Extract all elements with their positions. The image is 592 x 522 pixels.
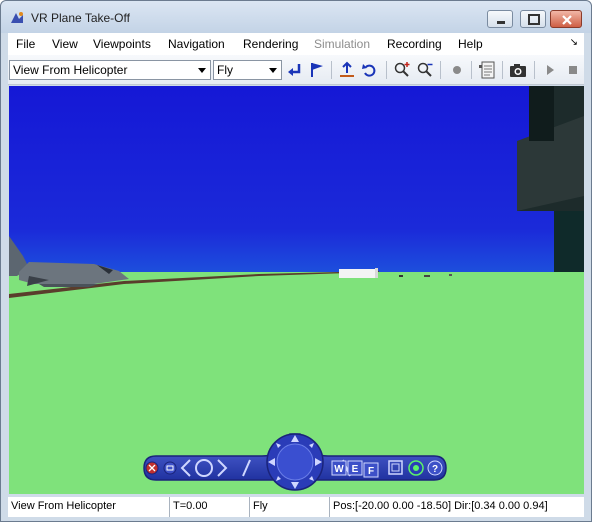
chevron-down-icon	[198, 68, 206, 73]
fly-mode-label: F	[368, 466, 374, 477]
maximize-icon	[528, 14, 540, 25]
examine-mode-label: E	[352, 464, 359, 475]
status-viewpoint-text: View From Helicopter	[11, 500, 116, 512]
status-time-text: T=0.00	[173, 500, 208, 512]
status-viewpoint: View From Helicopter	[8, 497, 170, 517]
menu-view[interactable]: View	[52, 37, 78, 51]
toolbar-separator	[386, 61, 387, 79]
toolbar-separator	[502, 61, 503, 79]
menu-recording[interactable]: Recording	[387, 37, 442, 51]
toolbar-separator	[331, 61, 332, 79]
viewpoint-select-value: View From Helicopter	[13, 63, 128, 77]
status-position: Pos:[-20.00 0.00 -18.50] Dir:[0.34 0.00 …	[330, 497, 584, 517]
toolbar-separator	[534, 61, 535, 79]
viewpoint-select[interactable]: View From Helicopter	[9, 60, 211, 80]
minimize-icon	[497, 21, 505, 24]
camera-capture-icon[interactable]	[509, 61, 527, 79]
menu-help[interactable]: Help	[458, 37, 483, 51]
title-bar: VR Plane Take-Off	[1, 1, 591, 33]
menu-file[interactable]: File	[16, 37, 35, 51]
status-mode-text: Fly	[253, 500, 268, 512]
menu-rendering[interactable]: Rendering	[243, 37, 298, 51]
vr-app-icon	[11, 12, 23, 23]
status-mode: Fly	[250, 497, 330, 517]
straighten-up-icon[interactable]	[338, 61, 356, 79]
stop-icon	[569, 66, 577, 74]
menu-viewpoints[interactable]: Viewpoints	[93, 37, 151, 51]
record-icon[interactable]	[448, 61, 466, 79]
toolbar-separator	[440, 61, 441, 79]
status-position-text: Pos:[-20.00 0.00 -18.50] Dir:[0.34 0.00 …	[333, 500, 548, 512]
minimize-button[interactable]	[487, 10, 513, 28]
zoom-out-icon[interactable]	[416, 61, 434, 79]
dock-arrow-icon[interactable]: ↘	[570, 37, 578, 48]
status-bar: View From Helicopter T=0.00 Fly Pos:[-20…	[8, 497, 584, 517]
toolbar-separator	[471, 61, 472, 79]
close-icon	[562, 15, 572, 25]
status-time: T=0.00	[170, 497, 250, 517]
navigation-mode-select-value: Fly	[217, 63, 233, 77]
maximize-button[interactable]	[520, 10, 546, 28]
app-window: VR Plane Take-Off File View Viewpoints N…	[0, 0, 592, 522]
minimize-panel-icon[interactable]	[163, 461, 177, 475]
navigation-mode-select[interactable]: Fly	[213, 60, 282, 80]
navigation-panel: W E F ?	[143, 433, 447, 491]
toolbar: View From Helicopter Fly	[8, 55, 584, 85]
walk-mode-label: W	[334, 464, 344, 475]
zoom-in-icon[interactable]	[393, 61, 411, 79]
chevron-down-icon	[269, 68, 277, 73]
svg-text:?: ?	[432, 464, 438, 475]
create-viewpoint-flag-icon[interactable]	[308, 61, 326, 79]
menu-bar: File View Viewpoints Navigation Renderin…	[8, 33, 584, 55]
undo-move-icon[interactable]	[361, 61, 379, 79]
menu-navigation[interactable]: Navigation	[168, 37, 225, 51]
control-tower	[517, 86, 584, 272]
hangar-building	[339, 269, 375, 278]
block-diagram-icon[interactable]	[478, 61, 496, 79]
airplane	[9, 236, 129, 287]
return-to-viewpoint-icon[interactable]	[286, 61, 304, 79]
play-icon	[547, 65, 554, 75]
close-button[interactable]	[550, 10, 582, 28]
window-title: VR Plane Take-Off	[31, 11, 130, 25]
menu-simulation: Simulation	[314, 37, 371, 51]
